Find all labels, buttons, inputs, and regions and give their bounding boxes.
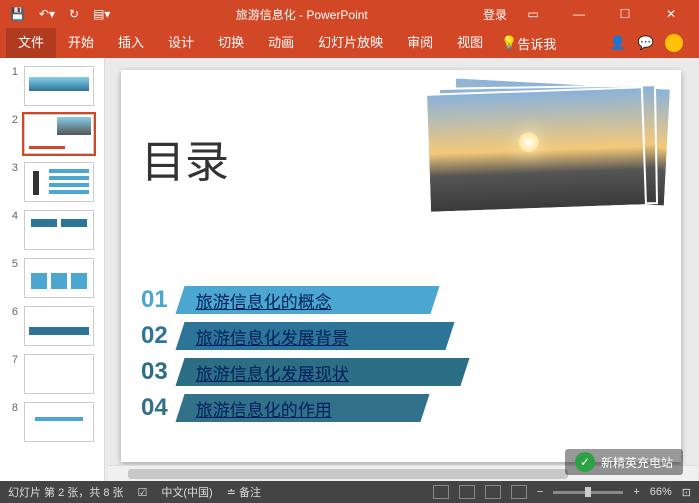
feedback-icon[interactable] [665,34,683,52]
toc-item-1: 01 旅游信息化的概念 [141,286,365,314]
table-of-contents: 01 旅游信息化的概念 02 旅游信息化发展背景 03 旅游信息化发展现状 04… [141,286,365,430]
zoom-in-icon[interactable]: + [633,486,639,498]
thumbnail-1[interactable]: 1 [0,62,104,110]
toc-link-1[interactable]: 旅游信息化的概念 [196,288,332,313]
toc-item-4: 04 旅游信息化的作用 [141,394,365,422]
slide-position: 幻灯片 第 2 张，共 8 张 [8,484,124,500]
start-from-beginning-icon[interactable]: ▤▾ [93,7,110,21]
tab-home[interactable]: 开始 [56,28,106,58]
thumbnail-panel[interactable]: 1 2 3 4 5 6 7 8 [0,58,105,482]
ribbon-tabs: 文件 开始 插入 设计 切换 动画 幻灯片放映 审阅 视图 💡 告诉我 👤 💬 [0,28,699,58]
tab-design[interactable]: 设计 [156,28,206,58]
share-icon[interactable]: 👤 [609,34,627,52]
tab-slideshow[interactable]: 幻灯片放映 [306,28,395,58]
zoom-percent[interactable]: 66% [650,486,672,498]
minimize-icon[interactable]: — [559,0,599,28]
watermark: ✓ 新精英充电站 [565,449,683,475]
tab-insert[interactable]: 插入 [106,28,156,58]
login-link[interactable]: 登录 [483,6,507,23]
comments-icon[interactable]: 💬 [637,34,655,52]
save-icon[interactable]: 💾 [10,7,25,21]
spellcheck-icon[interactable]: ☑ [138,486,148,499]
notes-button[interactable]: ≐ 备注 [227,484,261,500]
toc-link-3[interactable]: 旅游信息化发展现状 [196,360,349,385]
toc-item-3: 03 旅游信息化发展现状 [141,358,365,386]
ribbon-display-icon[interactable]: ▭ [513,0,553,28]
thumbnail-4[interactable]: 4 [0,206,104,254]
undo-icon[interactable]: ↶▾ [39,7,55,21]
window-title: 旅游信息化 - PowerPoint [120,6,483,23]
fit-to-window-icon[interactable]: ⊡ [682,486,691,499]
toc-item-2: 02 旅游信息化发展背景 [141,322,365,350]
zoom-out-icon[interactable]: − [537,486,543,498]
tab-review[interactable]: 审阅 [395,28,445,58]
thumbnail-7[interactable]: 7 [0,350,104,398]
bulb-icon: 💡 [501,35,517,51]
tab-animations[interactable]: 动画 [256,28,306,58]
tab-transitions[interactable]: 切换 [206,28,256,58]
slide-canvas-area: 目录 01 旅游信息化的概念 02 旅游信息化发展背景 03 旅游信息化发展现状 [105,58,699,482]
slideshow-view-icon[interactable] [511,485,527,499]
redo-icon[interactable]: ↻ [69,7,79,21]
close-icon[interactable]: ✕ [651,0,691,28]
slide-title: 目录 [141,126,229,190]
scrollbar-thumb[interactable] [128,469,568,479]
tab-view[interactable]: 视图 [445,28,495,58]
sorter-view-icon[interactable] [459,485,475,499]
thumbnail-3[interactable]: 3 [0,158,104,206]
wechat-icon: ✓ [575,452,595,472]
zoom-slider[interactable] [553,491,623,494]
thumbnail-2[interactable]: 2 [0,110,104,158]
toc-link-2[interactable]: 旅游信息化发展背景 [196,324,349,349]
image-stack [411,80,671,214]
thumbnail-5[interactable]: 5 [0,254,104,302]
title-bar: 💾 ↶▾ ↻ ▤▾ 旅游信息化 - PowerPoint 登录 ▭ — ☐ ✕ [0,0,699,28]
slide[interactable]: 目录 01 旅游信息化的概念 02 旅游信息化发展背景 03 旅游信息化发展现状 [121,70,681,462]
workspace: 1 2 3 4 5 6 7 8 目录 01 旅游信息化的概念 02 旅游信息化 [0,58,699,482]
quick-access-toolbar: 💾 ↶▾ ↻ ▤▾ [0,7,120,21]
reading-view-icon[interactable] [485,485,501,499]
language[interactable]: 中文(中国) [161,484,212,500]
status-bar: 幻灯片 第 2 张，共 8 张 ☑ 中文(中国) ≐ 备注 − + 66% ⊡ [0,481,699,503]
thumbnail-8[interactable]: 8 [0,398,104,446]
tab-file[interactable]: 文件 [6,28,56,58]
maximize-icon[interactable]: ☐ [605,0,645,28]
thumbnail-6[interactable]: 6 [0,302,104,350]
normal-view-icon[interactable] [433,485,449,499]
toc-link-4[interactable]: 旅游信息化的作用 [196,396,332,421]
tell-me[interactable]: 告诉我 [517,34,556,53]
